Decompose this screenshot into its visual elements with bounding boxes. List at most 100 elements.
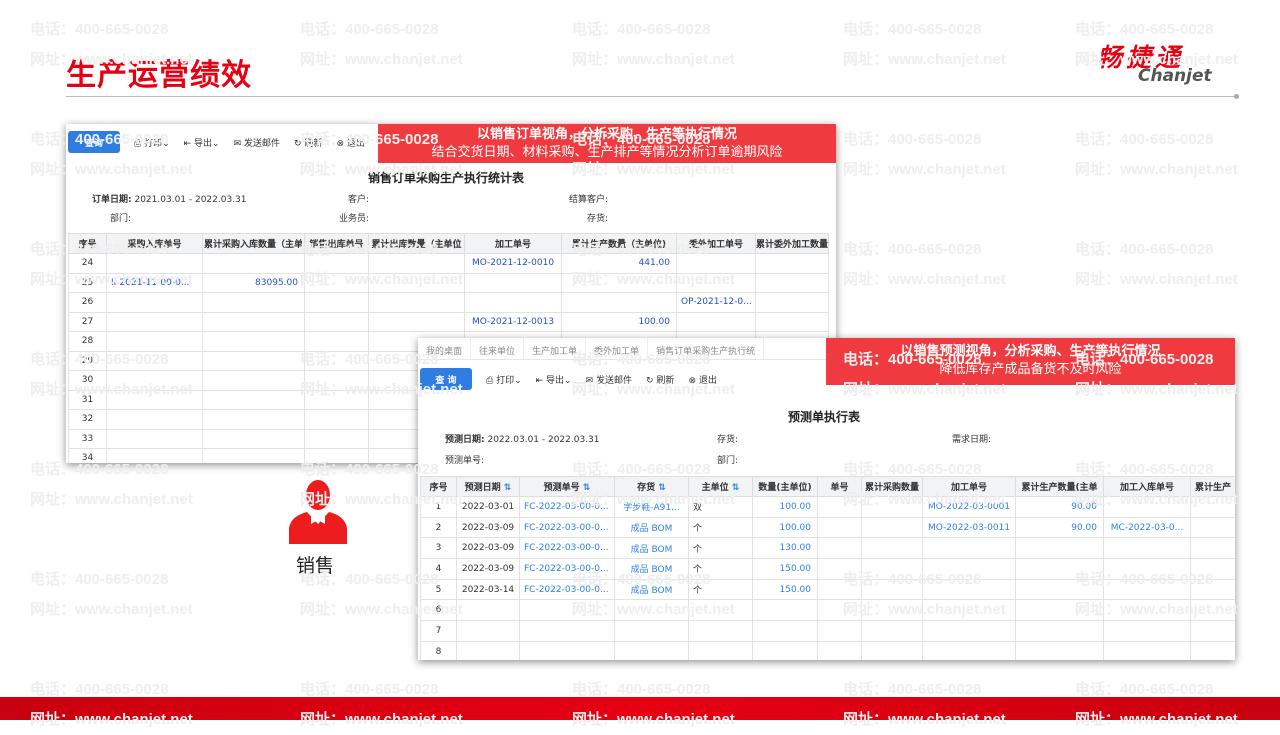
tab-item[interactable]: 我的桌面 <box>418 338 472 359</box>
column-header[interactable]: 单号 <box>817 476 862 497</box>
table-row[interactable]: 3 2022-03-09 FC-2022-03-00-0... 成品 BOM 个 130.… <box>420 537 1235 560</box>
exit-button[interactable]: ⊗ 退出 <box>688 373 716 386</box>
customer-filter[interactable]: 客户: <box>348 192 369 205</box>
table-row[interactable]: 7 <box>420 620 1235 642</box>
forecast-no-filter[interactable]: 预测单号: <box>445 453 484 466</box>
column-header[interactable]: 加工入库单号 <box>1103 476 1191 497</box>
table-cell <box>688 620 753 642</box>
table-cell <box>1103 578 1191 601</box>
column-header[interactable]: 委外加工单号 <box>676 233 756 254</box>
sort-icon[interactable]: ⇅ <box>729 483 740 493</box>
settle-customer-filter[interactable]: 结算客户: <box>569 192 608 205</box>
sort-icon[interactable]: ⇅ <box>580 483 591 493</box>
table-cell <box>1190 558 1235 580</box>
table-cell <box>202 389 305 410</box>
sales-order-callout: 以销售订单视角，分析采购、生产等执行情况 结合交货日期、材料采购、生产排产等情况… <box>378 124 836 163</box>
watermark-phone: 电话：400-665-0028 <box>843 21 982 38</box>
email-button[interactable]: ✉ 发送邮件 <box>586 373 632 386</box>
table-row[interactable]: 8 <box>420 640 1235 660</box>
table-row[interactable]: 6 <box>420 599 1235 622</box>
table-cell <box>368 253 465 274</box>
column-header[interactable]: 加工单号 <box>922 476 1016 497</box>
salesperson-filter[interactable]: 业务员: <box>339 211 369 224</box>
forecast-date-value[interactable]: 2022.03.01 - 2022.03.31 <box>487 435 599 445</box>
table-cell <box>304 409 369 430</box>
table-row[interactable]: 4 2022-03-09 FC-2022-03-00-0... 成品 BOM 个 150.… <box>420 558 1235 580</box>
need-date-filter[interactable]: 需求日期: <box>952 432 991 445</box>
table-cell <box>1103 620 1191 642</box>
column-header[interactable]: 预测日期 ⇅ <box>456 476 520 497</box>
refresh-label: 刷新 <box>304 138 323 149</box>
watermark-phone: 电话：400-665-0028 <box>1075 131 1214 148</box>
column-header[interactable]: 数量(主单位) <box>752 476 818 497</box>
table-row[interactable]: 1 2022-03-01 FC-2022-03-00-0... 学步鞋-A91... 双… <box>420 496 1235 518</box>
table-cell <box>676 311 756 332</box>
column-header[interactable]: 累计生产 <box>1190 476 1235 497</box>
table-cell: 2022-03-09 <box>456 558 520 580</box>
export-button[interactable]: ⇤ 导出⌄ <box>536 373 572 386</box>
table-row[interactable]: 2 2022-03-09 FC-2022-03-00-0... 成品 BOM 个 100.… <box>420 516 1235 539</box>
column-header-label: 委外加工单号 <box>688 240 743 250</box>
table-row[interactable]: 27 MO-2021-12-0013 100.00 <box>68 311 829 332</box>
column-header[interactable]: 存货 ⇅ <box>614 476 689 497</box>
print-label: 打印 <box>144 138 163 149</box>
print-button[interactable]: ⎙ 打印⌄ <box>134 136 170 149</box>
inventory-filter[interactable]: 存货: <box>717 432 738 445</box>
table-row[interactable]: 25 II-2021-11-00-0... 83095.00 <box>68 272 829 293</box>
column-header[interactable]: 采购入库单号 <box>106 233 203 254</box>
refresh-button[interactable]: ↻ 刷新 <box>646 373 674 386</box>
column-header[interactable]: 序号 <box>68 233 107 254</box>
refresh-button[interactable]: ↻ 刷新 <box>294 136 322 149</box>
column-header[interactable]: 累计采购入库数量（主单 <box>202 233 305 254</box>
column-header[interactable]: 主单位 ⇅ <box>688 476 753 497</box>
table-cell <box>519 640 615 660</box>
column-header[interactable]: 累计生产数量（主单位) <box>561 233 677 254</box>
column-header[interactable]: 销售出库单号 <box>304 233 369 254</box>
department-filter[interactable]: 部门: <box>110 211 131 224</box>
watermark-site: 网址：www.chanjet.net <box>30 491 193 508</box>
table-row[interactable]: 24 MO-2021-12-0010 441.00 <box>68 253 829 274</box>
query-button[interactable]: 查询 <box>68 131 120 153</box>
email-button[interactable]: ✉ 发送邮件 <box>234 136 280 149</box>
table-cell <box>817 558 862 580</box>
column-header[interactable]: 累计委外加工数量 <box>755 233 829 254</box>
table-cell: 33 <box>68 428 107 449</box>
table-row[interactable]: 26 OP-2021-12-0... <box>68 292 829 313</box>
refresh-label: 刷新 <box>656 375 675 386</box>
inventory-filter[interactable]: 存货: <box>587 211 608 224</box>
table-cell <box>1015 640 1104 660</box>
table-cell <box>106 389 203 410</box>
table-cell <box>202 428 305 449</box>
column-header[interactable]: 加工单号 <box>464 233 562 254</box>
table-cell <box>861 558 923 580</box>
table-cell <box>304 331 369 352</box>
table-row[interactable]: 5 2022-03-14 FC-2022-03-00-0... 成品 BOM 个 150.… <box>420 578 1235 601</box>
query-button[interactable]: 查 询 <box>420 368 472 390</box>
tab-item[interactable]: 往来单位 <box>471 338 525 359</box>
column-header[interactable]: 累计采购数量 <box>861 476 923 497</box>
department-filter[interactable]: 部门: <box>717 453 738 466</box>
table-cell: 7 <box>420 620 457 642</box>
column-header[interactable]: 序号 <box>420 476 457 497</box>
table-cell <box>1015 620 1104 642</box>
column-header[interactable]: 累计生产数量(主单 <box>1015 476 1104 497</box>
export-button[interactable]: ⇤ 导出⌄ <box>184 136 220 149</box>
column-header[interactable]: 预测单号 ⇅ <box>519 476 615 497</box>
table-cell: 150.00 <box>752 558 818 580</box>
sort-icon[interactable]: ⇅ <box>655 483 666 493</box>
table-cell: 90.00 <box>1015 496 1104 518</box>
table-cell: 5 <box>420 578 457 601</box>
sort-icon[interactable]: ⇅ <box>501 483 512 493</box>
table-cell: 150.00 <box>752 578 818 601</box>
table-cell <box>304 292 369 313</box>
tab-item[interactable]: 委外加工单 <box>586 338 649 359</box>
table-cell <box>202 409 305 430</box>
print-button[interactable]: ⎙ 打印⌄ <box>486 373 522 386</box>
order-date-value[interactable]: 2021.03.01 - 2022.03.31 <box>134 195 246 205</box>
tab-item[interactable]: 销售订单采购生产执行统 <box>648 338 765 359</box>
watermark-site: 网址：www.chanjet.net <box>1075 161 1238 178</box>
column-header[interactable]: 累计出库数量（主单位 <box>368 233 465 254</box>
exit-button[interactable]: ⊗ 退出 <box>336 136 364 149</box>
tab-item[interactable]: 生产加工单 <box>524 338 587 359</box>
column-header-label: 序号 <box>429 483 448 493</box>
